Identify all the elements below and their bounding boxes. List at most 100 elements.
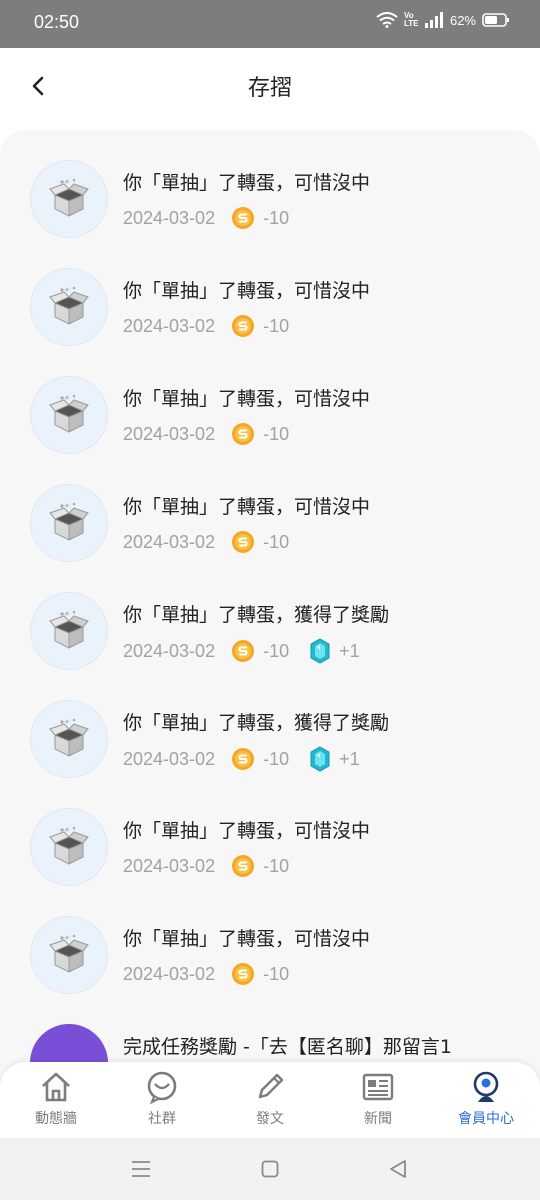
record-date: 2024-03-02 bbox=[123, 531, 216, 552]
record-avatar bbox=[30, 376, 108, 454]
record-title: 你「單抽」了轉蛋，可惜沒中 bbox=[123, 280, 371, 302]
coin-amount: -10 bbox=[263, 855, 290, 876]
passbook-list[interactable]: 你「單抽」了轉蛋，可惜沒中 2024-03-02 -10 你「單抽」了轉蛋，可惜沒中 2… bbox=[0, 130, 540, 1140]
list-item[interactable]: 你「單抽」了轉蛋，可惜沒中 2024-03-02 -10 bbox=[0, 886, 540, 994]
record-meta: 2024-03-02 -10 bbox=[123, 530, 289, 554]
coin-amount: -10 bbox=[263, 963, 290, 984]
record-meta: 2024-03-02 -10 bbox=[123, 206, 289, 230]
newspaper-icon bbox=[362, 1073, 394, 1101]
member-icon bbox=[473, 1071, 499, 1102]
gem-amount: +1 bbox=[339, 640, 360, 661]
record-avatar bbox=[30, 160, 108, 238]
record-avatar bbox=[30, 916, 108, 994]
record-avatar bbox=[30, 700, 108, 778]
nav-back-button[interactable] bbox=[380, 1154, 416, 1184]
list-item[interactable]: 你「單抽」了轉蛋，可惜沒中 2024-03-02 -10 bbox=[0, 238, 540, 346]
wifi-icon bbox=[376, 12, 398, 28]
list-item[interactable]: 你「單抽」了轉蛋，獲得了獎勵 2024-03-02 -10 +1 bbox=[0, 670, 540, 778]
tab-feed[interactable]: 動態牆 bbox=[2, 1070, 110, 1136]
record-meta: 2024-03-02 -10 +1 bbox=[123, 746, 360, 772]
page-title: 存摺 bbox=[247, 76, 292, 101]
system-nav-bar bbox=[0, 1138, 540, 1200]
gift-box-icon bbox=[49, 178, 89, 217]
record-date: 2024-03-02 bbox=[123, 855, 216, 876]
gift-box-icon bbox=[49, 610, 89, 649]
coin-icon bbox=[232, 963, 255, 985]
coin-amount: -10 bbox=[263, 315, 290, 336]
record-date: 2024-03-02 bbox=[123, 423, 216, 444]
coin-amount: -10 bbox=[263, 531, 290, 552]
square-icon bbox=[261, 1160, 279, 1178]
record-title: 你「單抽」了轉蛋，可惜沒中 bbox=[123, 496, 371, 518]
record-date: 2024-03-02 bbox=[123, 640, 216, 661]
coin-icon bbox=[232, 748, 255, 770]
gem-amount: +1 bbox=[339, 748, 360, 769]
record-meta: 2024-03-02 -10 bbox=[123, 962, 289, 986]
coin-icon bbox=[232, 315, 255, 337]
gift-box-icon bbox=[49, 826, 89, 865]
tab-member-center[interactable]: 會員中心 bbox=[432, 1070, 540, 1136]
coin-icon bbox=[232, 531, 255, 553]
coin-icon bbox=[232, 423, 255, 445]
gift-box-icon bbox=[49, 502, 89, 541]
list-item[interactable]: 你「單抽」了轉蛋，可惜沒中 2024-03-02 -10 bbox=[0, 778, 540, 886]
status-time: 02:50 bbox=[34, 12, 80, 32]
gift-box-icon bbox=[49, 394, 89, 433]
record-meta: 2024-03-02 -10 bbox=[123, 314, 289, 338]
coin-icon bbox=[232, 855, 255, 877]
gift-box-icon bbox=[49, 718, 89, 757]
list-item[interactable]: 你「單抽」了轉蛋，可惜沒中 2024-03-02 -10 bbox=[0, 346, 540, 454]
battery-icon bbox=[482, 13, 509, 27]
bottom-tab-bar: 動態牆 社群 發文 新聞 會員中心 bbox=[0, 1062, 540, 1138]
tab-label: 會員中心 bbox=[458, 1111, 514, 1127]
tab-news[interactable]: 新聞 bbox=[324, 1070, 432, 1136]
pencil-icon bbox=[258, 1073, 284, 1099]
coin-amount: -10 bbox=[263, 207, 290, 228]
record-date: 2024-03-02 bbox=[123, 315, 216, 336]
record-date: 2024-03-02 bbox=[123, 963, 216, 984]
record-title: 你「單抽」了轉蛋，可惜沒中 bbox=[123, 172, 371, 194]
volte-label: Vo LTE bbox=[403, 11, 419, 28]
record-avatar bbox=[30, 268, 108, 346]
nav-menu-button[interactable] bbox=[123, 1154, 159, 1184]
page-header: 存摺 bbox=[0, 48, 540, 124]
record-title: 你「單抽」了轉蛋，可惜沒中 bbox=[123, 820, 371, 842]
record-title: 你「單抽」了轉蛋，可惜沒中 bbox=[123, 928, 371, 950]
tab-label: 新聞 bbox=[364, 1111, 392, 1127]
chat-bubble-icon bbox=[147, 1071, 177, 1104]
gift-box-icon bbox=[49, 286, 89, 325]
tab-label: 社群 bbox=[148, 1111, 176, 1127]
record-title: 你「單抽」了轉蛋，獲得了獎勵 bbox=[123, 712, 390, 734]
record-date: 2024-03-02 bbox=[123, 748, 216, 769]
home-icon bbox=[42, 1072, 70, 1102]
gift-box-icon bbox=[49, 934, 89, 973]
list-item[interactable]: 你「單抽」了轉蛋，可惜沒中 2024-03-02 -10 bbox=[0, 130, 540, 238]
record-meta: 2024-03-02 -10 +1 bbox=[123, 638, 360, 664]
record-meta: 2024-03-02 -10 bbox=[123, 854, 289, 878]
nav-home-button[interactable] bbox=[252, 1154, 288, 1184]
tab-label: 發文 bbox=[256, 1111, 284, 1127]
triangle-back-icon bbox=[390, 1160, 406, 1178]
coin-amount: -10 bbox=[263, 748, 290, 769]
record-title: 完成任務獎勵 -「去【匿名聊】那留言1 bbox=[123, 1036, 452, 1058]
coin-icon bbox=[232, 640, 255, 662]
list-item[interactable]: 你「單抽」了轉蛋，可惜沒中 2024-03-02 -10 bbox=[0, 454, 540, 562]
tab-community[interactable]: 社群 bbox=[108, 1070, 216, 1136]
gem-icon bbox=[310, 638, 330, 664]
record-avatar bbox=[30, 592, 108, 670]
record-avatar bbox=[30, 808, 108, 886]
tab-post[interactable]: 發文 bbox=[216, 1070, 324, 1136]
record-title: 你「單抽」了轉蛋，獲得了獎勵 bbox=[123, 604, 390, 626]
coin-icon bbox=[232, 207, 255, 229]
menu-icon bbox=[132, 1161, 150, 1177]
record-avatar bbox=[30, 484, 108, 562]
signal-icon bbox=[424, 12, 443, 28]
battery-percent: 62% bbox=[449, 12, 476, 28]
gem-icon bbox=[310, 746, 330, 772]
record-date: 2024-03-02 bbox=[123, 207, 216, 228]
status-bar: 02:50 Vo LTE 62% bbox=[0, 0, 540, 48]
list-item[interactable]: 你「單抽」了轉蛋，獲得了獎勵 2024-03-02 -10 +1 bbox=[0, 562, 540, 670]
coin-amount: -10 bbox=[263, 640, 290, 661]
status-icons: Vo LTE 62% bbox=[376, 12, 510, 28]
coin-amount: -10 bbox=[263, 423, 290, 444]
